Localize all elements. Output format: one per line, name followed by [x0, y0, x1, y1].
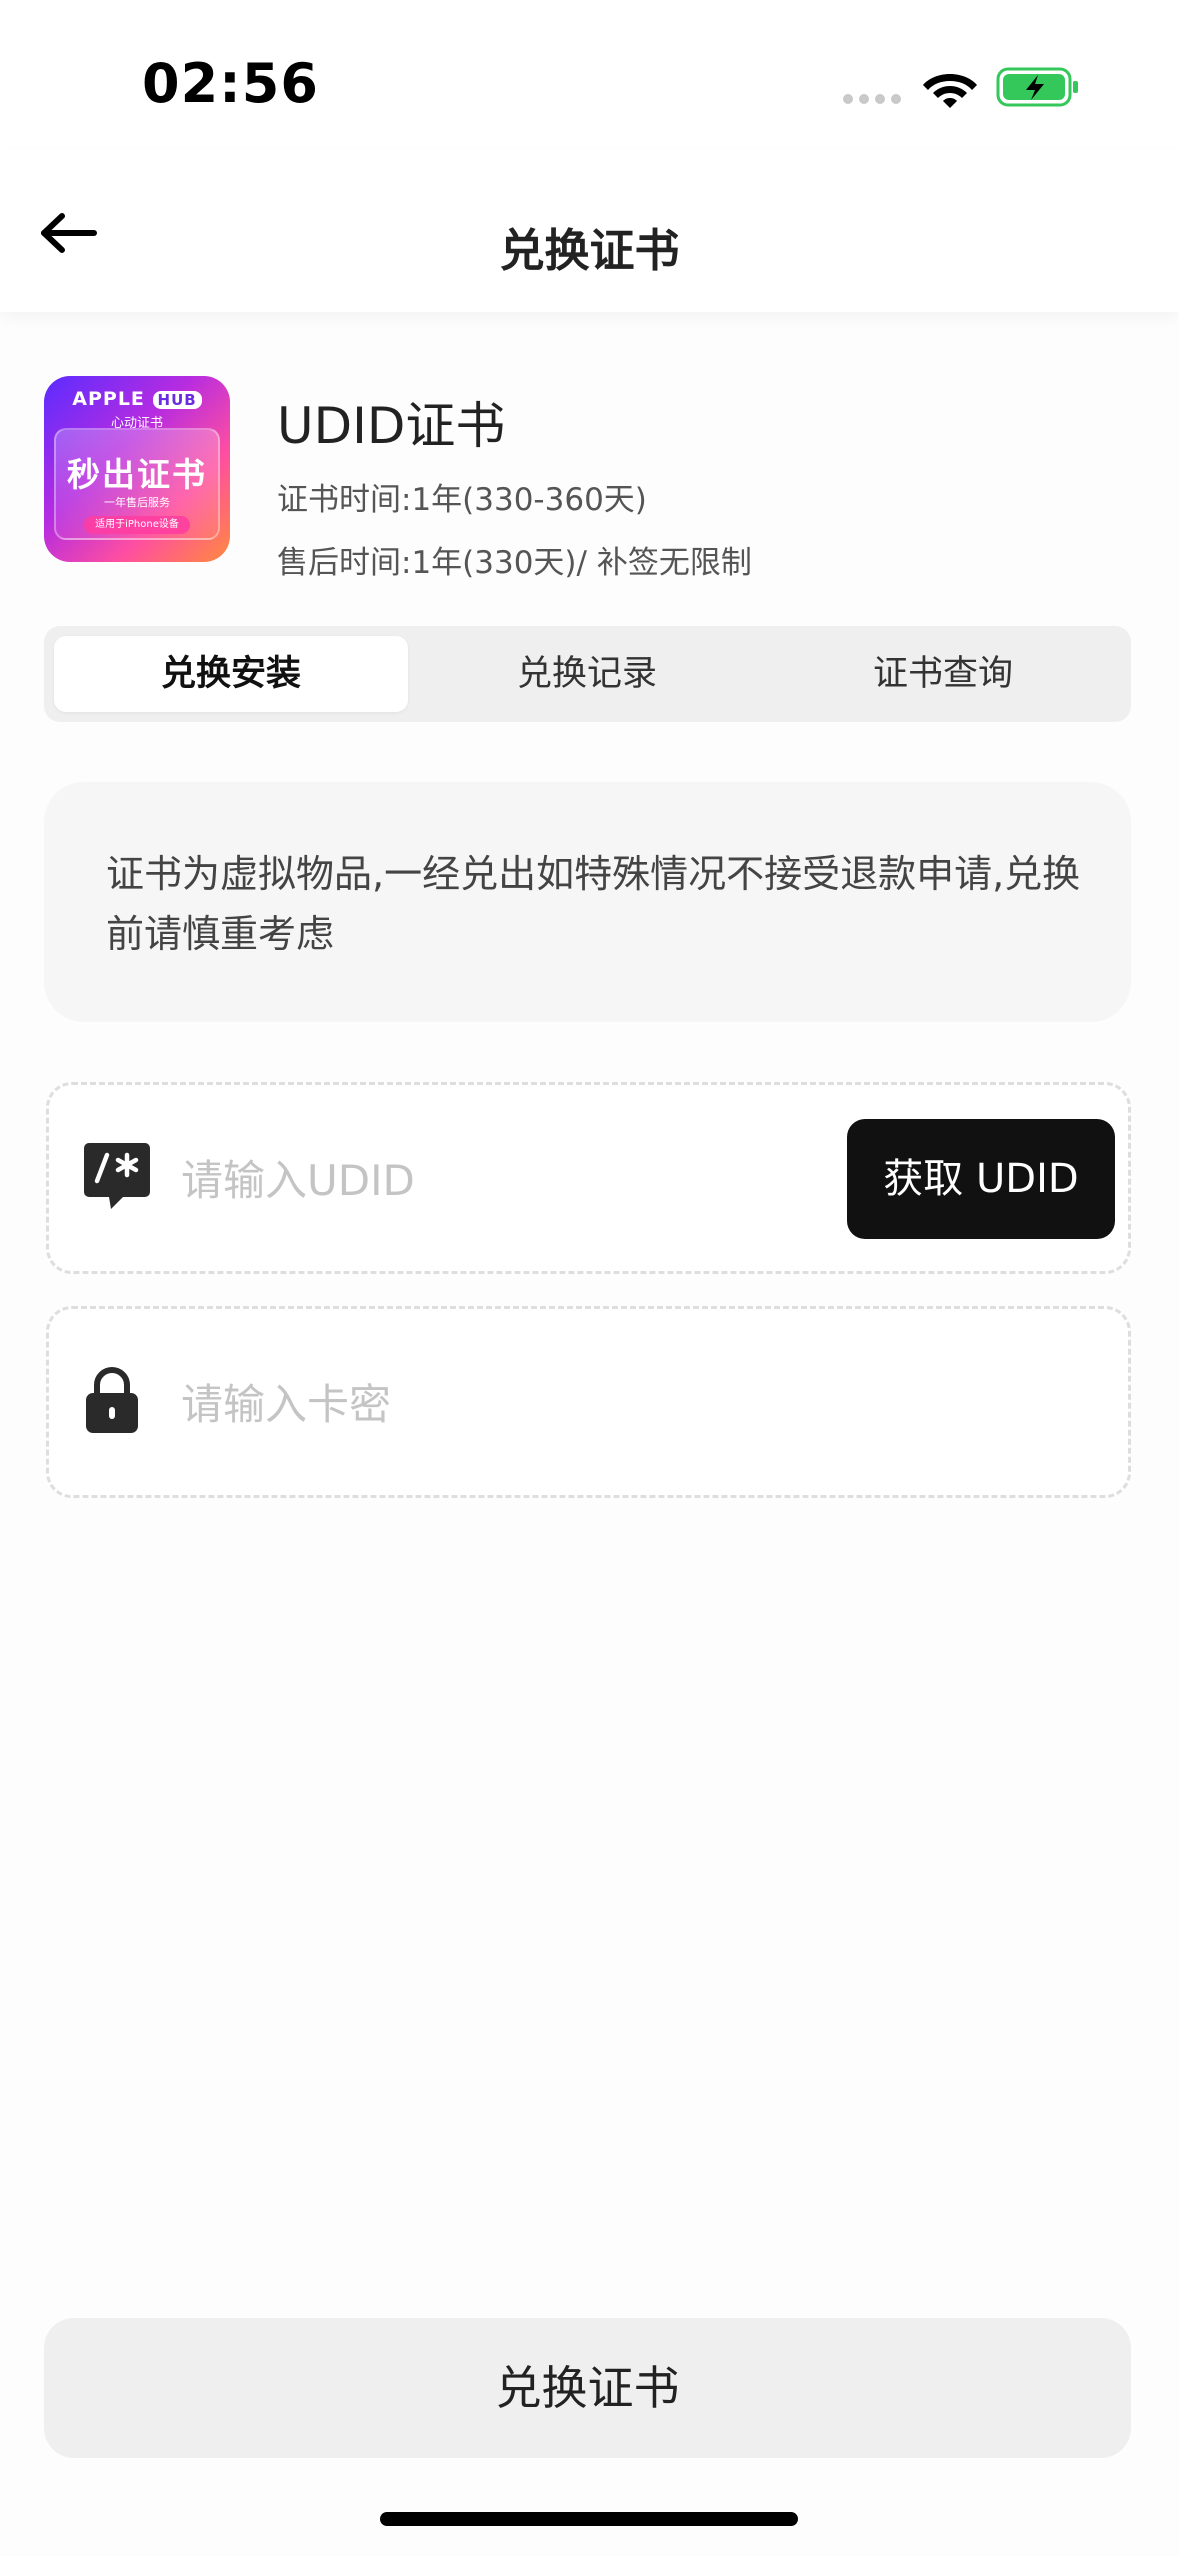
thumbnail-brand: APPLE HUB	[44, 388, 230, 410]
thumbnail-line: 一年售后服务	[104, 496, 170, 509]
lock-icon	[86, 1367, 138, 1433]
thumbnail-main-text: 秒出证书	[67, 455, 207, 494]
tab-certificate-query[interactable]: 证书查询	[766, 636, 1120, 712]
thumbnail-pill: 适用于iPhone设备	[84, 516, 190, 534]
page-title: 兑换证书	[499, 224, 680, 277]
code-comment-icon	[84, 1143, 150, 1209]
status-bar: 02:56	[0, 0, 1179, 150]
after-sales-duration: 售后时间:1年(330天)/ 补签无限制	[277, 545, 752, 581]
wifi-icon	[923, 74, 977, 108]
thumbnail-brand-badge: HUB	[152, 391, 202, 409]
certificate-duration: 证书时间:1年(330-360天)	[277, 482, 647, 518]
notice-card: 证书为虚拟物品,一经兑出如特殊情况不接受退款申请,兑换前请慎重考虑	[44, 782, 1131, 1022]
product-thumbnail: APPLE HUB 心动证书 秒出证书 一年售后服务 适用于iPhone设备	[44, 376, 230, 562]
tab-redeem-history[interactable]: 兑换记录	[410, 636, 764, 712]
segmented-tabs: 兑换安装 兑换记录 证书查询	[44, 626, 1131, 722]
thumbnail-brand-text: APPLE	[72, 388, 145, 410]
product-name: UDID证书	[277, 397, 506, 455]
udid-input[interactable]	[181, 1147, 821, 1213]
redeem-certificate-screen: 02:56 兑换证书 APPLE HUB 心动证书 秒出证书 一年售后服务 适用…	[0, 0, 1179, 2556]
notice-text: 证书为虚拟物品,一经兑出如特殊情况不接受退款申请,兑换前请慎重考虑	[106, 852, 1081, 956]
tab-redeem-install[interactable]: 兑换安装	[54, 636, 408, 712]
home-indicator[interactable]	[380, 2512, 798, 2526]
status-time: 02:56	[142, 52, 319, 115]
udid-field: 获取 UDID	[46, 1082, 1131, 1274]
cellular-signal-icon	[843, 94, 903, 104]
card-key-field	[46, 1306, 1131, 1498]
get-udid-button[interactable]: 获取 UDID	[847, 1119, 1115, 1239]
card-key-input[interactable]	[181, 1371, 821, 1437]
thumbnail-subtitle: 心动证书	[110, 416, 163, 431]
battery-charging-icon	[996, 67, 1078, 107]
navigation-bar: 兑换证书	[0, 150, 1179, 312]
redeem-certificate-button[interactable]: 兑换证书	[44, 2318, 1131, 2458]
